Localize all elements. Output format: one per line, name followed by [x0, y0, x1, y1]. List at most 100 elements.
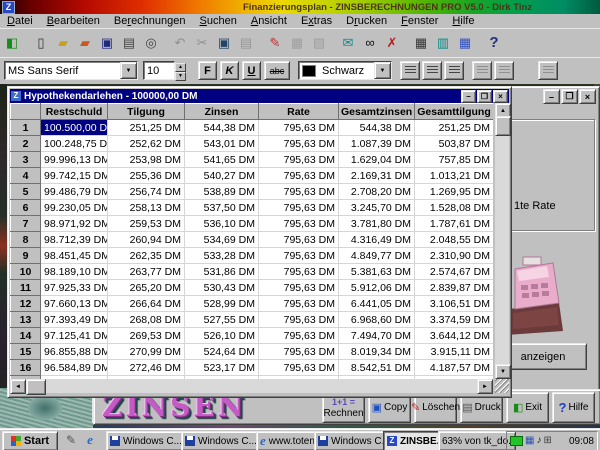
table-cell[interactable]: 256,74 DM	[108, 184, 185, 200]
table-cell[interactable]: 795,63 DM	[259, 344, 339, 360]
scroll-right-icon[interactable]: ►	[477, 379, 493, 394]
table-cell[interactable]: 2.839,87 DM	[415, 280, 494, 296]
menu-item-suchen[interactable]: Suchen	[193, 15, 244, 27]
column-header-gesamttilgung[interactable]: Gesamttilgung	[415, 104, 494, 120]
row-number[interactable]: 7	[11, 216, 41, 232]
table-cell[interactable]: 263,77 DM	[108, 264, 185, 280]
table-cell[interactable]: 795,63 DM	[259, 312, 339, 328]
row-number[interactable]: 14	[11, 328, 41, 344]
desktop-shortcut-icon[interactable]: ✎	[63, 432, 79, 448]
row-number[interactable]: 13	[11, 312, 41, 328]
table-cell[interactable]: 252,62 DM	[108, 136, 185, 152]
calculator-icon[interactable]: ▦	[411, 33, 431, 53]
row-number[interactable]: 3	[11, 152, 41, 168]
table-cell[interactable]: 1.087,39 DM	[339, 136, 415, 152]
menu-item-ansicht[interactable]: Ansicht	[244, 15, 294, 27]
table-cell[interactable]: 97.925,33 DM	[41, 280, 108, 296]
row-number[interactable]: 11	[11, 280, 41, 296]
app-titlebar[interactable]: Z Finanzierungsplan - ZINSBERECHNUNGEN P…	[0, 0, 600, 14]
table-cell[interactable]: 531,86 DM	[185, 264, 259, 280]
table-cell[interactable]: 527,55 DM	[185, 312, 259, 328]
row-number[interactable]: 9	[11, 248, 41, 264]
table-cell[interactable]: 795,63 DM	[259, 248, 339, 264]
maximize-button[interactable]: ❐	[561, 89, 578, 104]
table-cell[interactable]: 541,65 DM	[185, 152, 259, 168]
scroll-left-icon[interactable]: ◄	[10, 379, 26, 394]
search-binoculars-icon[interactable]: ∞	[360, 33, 380, 53]
table-cell[interactable]: 795,63 DM	[259, 168, 339, 184]
table-cell[interactable]: 523,17 DM	[185, 360, 259, 376]
table-cell[interactable]: 530,43 DM	[185, 280, 259, 296]
align-center-button[interactable]	[422, 61, 442, 80]
open-folder-icon[interactable]: ▰	[53, 33, 73, 53]
table-cell[interactable]: 1.528,08 DM	[415, 200, 494, 216]
table-cell[interactable]: 265,20 DM	[108, 280, 185, 296]
row-number[interactable]: 1	[11, 120, 41, 136]
table-cell[interactable]: 3.245,70 DM	[339, 200, 415, 216]
table-cell[interactable]: 99.742,15 DM	[41, 168, 108, 184]
table-cell[interactable]: 795,63 DM	[259, 200, 339, 216]
table-cell[interactable]: 8.019,34 DM	[339, 344, 415, 360]
row-number[interactable]: 6	[11, 200, 41, 216]
table-cell[interactable]: 269,53 DM	[108, 328, 185, 344]
table-cell[interactable]: 98.971,92 DM	[41, 216, 108, 232]
exit-button[interactable]: ◧Exit	[506, 392, 549, 423]
row-number[interactable]: 12	[11, 296, 41, 312]
table-cell[interactable]: 97.660,13 DM	[41, 296, 108, 312]
table-cell[interactable]: 253,98 DM	[108, 152, 185, 168]
table-cell[interactable]: 268,08 DM	[108, 312, 185, 328]
table-cell[interactable]: 2.574,67 DM	[415, 264, 494, 280]
table-cell[interactable]: 99.486,79 DM	[41, 184, 108, 200]
exit-door-icon[interactable]: ◧	[2, 33, 22, 53]
table-cell[interactable]: 3.644,12 DM	[415, 328, 494, 344]
table-cell[interactable]: 258,13 DM	[108, 200, 185, 216]
strikethrough-button[interactable]: abc	[264, 61, 290, 80]
menu-item-bearbeiten[interactable]: Bearbeiten	[40, 15, 107, 27]
menu-item-datei[interactable]: Datei	[0, 15, 40, 27]
row-number[interactable]: 10	[11, 264, 41, 280]
table-cell[interactable]: 503,87 DM	[415, 136, 494, 152]
column-header-rate[interactable]: Rate	[259, 104, 339, 120]
column-header-zinsen[interactable]: Zinsen	[185, 104, 259, 120]
menu-item-fenster[interactable]: Fenster	[394, 15, 445, 27]
hilfe-button[interactable]: ?Hilfe	[552, 392, 595, 423]
table-cell[interactable]: 2.169,31 DM	[339, 168, 415, 184]
new-document-icon[interactable]: ▯	[31, 33, 51, 53]
table-cell[interactable]: 7.494,70 DM	[339, 328, 415, 344]
table-cell[interactable]: 1.013,21 DM	[415, 168, 494, 184]
doc-titlebar[interactable]: Z Hypothekendarlehen - 100000,00 DM – ❐ …	[10, 89, 509, 103]
table-icon[interactable]: ▦	[455, 33, 475, 53]
table-cell[interactable]: 251,25 DM	[415, 120, 494, 136]
print-preview-icon[interactable]: ◎	[141, 33, 161, 53]
maximize-button[interactable]: ❐	[477, 90, 492, 103]
align-right-button[interactable]	[444, 61, 464, 80]
table-cell[interactable]: 96.855,88 DM	[41, 344, 108, 360]
save-icon[interactable]: ▣	[97, 33, 117, 53]
table-cell[interactable]: 540,27 DM	[185, 168, 259, 184]
anzeigen-button[interactable]: anzeigen	[499, 343, 587, 370]
table-cell[interactable]: 544,38 DM	[185, 120, 259, 136]
table-cell[interactable]: 97.125,41 DM	[41, 328, 108, 344]
horizontal-scrollbar[interactable]: ◄ ►	[10, 379, 493, 393]
font-family-select[interactable]: MS Sans Serif	[4, 61, 138, 80]
table-cell[interactable]: 795,63 DM	[259, 184, 339, 200]
table-cell[interactable]: 3.915,11 DM	[415, 344, 494, 360]
table-cell[interactable]: 6.441,05 DM	[339, 296, 415, 312]
table-cell[interactable]: 100.248,75 DM	[41, 136, 108, 152]
table-cell[interactable]: 259,53 DM	[108, 216, 185, 232]
help-icon[interactable]: ?	[484, 33, 504, 53]
row-number[interactable]: 8	[11, 232, 41, 248]
table-cell[interactable]: 795,63 DM	[259, 360, 339, 376]
column-header-tilgung[interactable]: Tilgung	[108, 104, 185, 120]
table-cell[interactable]: 270,99 DM	[108, 344, 185, 360]
table-cell[interactable]: 2.708,20 DM	[339, 184, 415, 200]
table-cell[interactable]: 272,46 DM	[108, 360, 185, 376]
column-header-gesamtzinsen[interactable]: Gesamtzinsen	[339, 104, 415, 120]
table-cell[interactable]: 795,63 DM	[259, 232, 339, 248]
battery-icon[interactable]	[510, 436, 523, 446]
table-cell[interactable]: 3.106,51 DM	[415, 296, 494, 312]
table-cell[interactable]: 534,69 DM	[185, 232, 259, 248]
task-button[interactable]: Windows C...	[181, 431, 261, 450]
task-button[interactable]: ewww.toten...	[256, 431, 319, 450]
font-size-stepper[interactable]: ▲▼	[175, 63, 186, 78]
